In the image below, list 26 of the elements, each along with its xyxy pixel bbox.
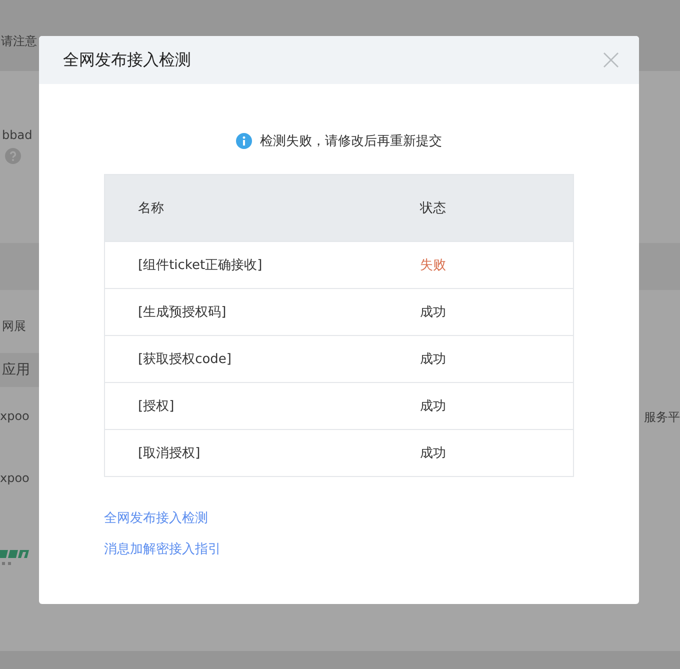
column-header: 名称 (137, 200, 165, 217)
menu-item[interactable]: 网展 (2, 318, 26, 334)
status-cell-text: 失败 (420, 257, 447, 274)
table-cell-text: [组件ticket正确接收] (137, 257, 264, 274)
status-cell-text: 成功 (420, 304, 447, 321)
close-icon[interactable] (603, 52, 619, 68)
status-cell-text: 成功 (420, 445, 447, 462)
dialog-title: 全网发布接入检测 (63, 50, 191, 70)
menu-item-active[interactable]: 应用 (0, 353, 42, 387)
table-cell-text: [授权] (137, 398, 176, 415)
status-message: 检测失败，请修改后再重新提交 (260, 133, 442, 150)
notice-text: 请注意 (1, 33, 38, 50)
table-cell-text: [获取授权code] (137, 351, 232, 368)
row-text: xpoo (0, 409, 30, 425)
column-header: 状态 (420, 200, 447, 217)
status-cell-text: 成功 (420, 398, 447, 415)
help-link[interactable]: 全网发布接入检测 (104, 509, 208, 527)
row-text: xpoo (0, 471, 30, 485)
help-link[interactable]: 消息加解密接入指引 (104, 540, 221, 558)
table-cell-text: [取消授权] (137, 445, 202, 462)
app-id-text: bbad (2, 128, 32, 142)
table-cell-text: [生成预授权码] (137, 304, 228, 321)
help-icon[interactable] (5, 148, 21, 164)
row-text: 服务平 (644, 409, 680, 426)
info-icon (236, 133, 252, 149)
status-cell-text: 成功 (420, 351, 447, 368)
